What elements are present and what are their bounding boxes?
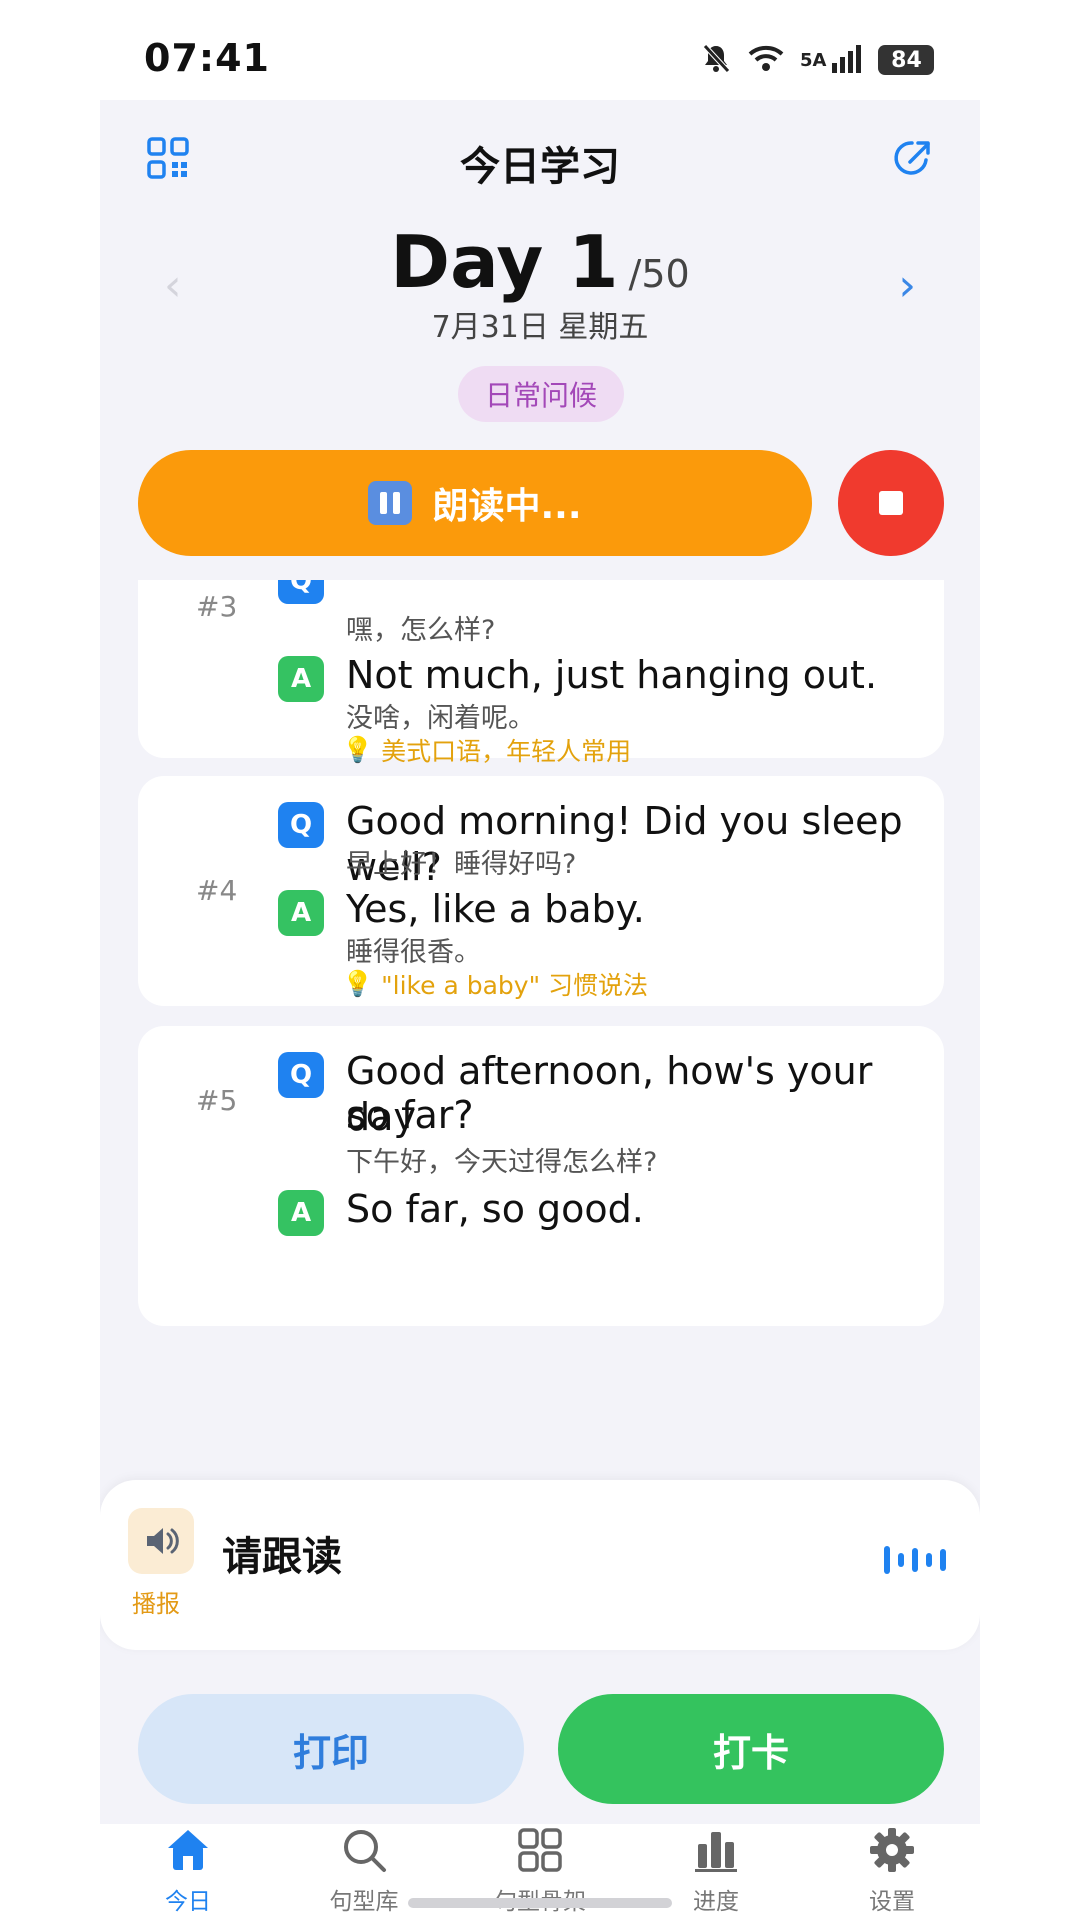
reading-toggle-button[interactable]: 朗读中... — [138, 450, 812, 556]
question-translation: 早上好！睡得好吗? — [346, 849, 577, 880]
answer-badge: A — [278, 1190, 324, 1236]
tab-label: 今日 — [165, 1889, 211, 1915]
list-item[interactable]: #4 Q Good morning! Did you sleep well? 早… — [138, 776, 944, 1006]
lightbulb-icon: 💡 — [342, 735, 374, 764]
bar-chart-icon — [695, 1832, 737, 1872]
day-label: Day 1 — [390, 220, 619, 304]
app-screen: 今日学习 ‹ Day 1 /50 › 7月31日 星期五 日常问候 朗读中...… — [100, 100, 980, 1920]
home-indicator[interactable] — [408, 1898, 672, 1908]
search-icon — [344, 1830, 386, 1872]
tab-label: 设置 — [869, 1889, 915, 1915]
sentence-list[interactable]: #3 Q 嘿，怎么样? A Not much, just hanging out… — [100, 580, 980, 1490]
audio-wave-icon — [884, 1546, 946, 1574]
mute-bell-icon — [700, 42, 732, 78]
page-title: 今日学习 — [460, 144, 620, 190]
broadcast-label: 播报 — [132, 1590, 180, 1618]
question-translation: 嘿，怎么样? — [346, 615, 496, 646]
day-total: /50 — [628, 252, 690, 296]
topic-tag: 日常问候 — [458, 366, 624, 422]
follow-read-prompt: 请跟读 — [222, 1534, 342, 1580]
question-translation: 下午好，今天过得怎么样? — [346, 1147, 658, 1178]
question-badge: Q — [278, 580, 324, 604]
checkin-button[interactable]: 打卡 — [558, 1694, 944, 1804]
tip: 💡 美式口语，年轻人常用 — [342, 732, 631, 768]
home-icon — [168, 1830, 208, 1870]
item-index: #5 — [196, 1084, 238, 1117]
gear-icon — [870, 1828, 914, 1872]
broadcast-button[interactable] — [128, 1508, 194, 1574]
speaker-icon — [147, 1528, 179, 1554]
status-time: 07:41 — [144, 36, 270, 80]
list-item[interactable]: #5 Q Good afternoon, how's your day so f… — [138, 1026, 944, 1326]
share-button[interactable] — [890, 136, 934, 180]
item-index: #3 — [196, 590, 238, 623]
status-bar: 07:41 5A 84 — [0, 0, 1080, 100]
tip-text: "like a baby" 习惯说法 — [381, 971, 649, 1000]
battery-indicator: 84 — [878, 45, 935, 75]
print-button[interactable]: 打印 — [138, 1694, 524, 1804]
question-badge: Q — [278, 1052, 324, 1098]
reading-status: 朗读中... — [432, 486, 582, 527]
answer-text[interactable]: Not much, just hanging out. — [346, 652, 877, 698]
tab-settings[interactable]: 设置 — [804, 1824, 980, 1920]
lightbulb-icon: 💡 — [342, 969, 374, 998]
answer-text[interactable]: Yes, like a baby. — [346, 886, 645, 932]
tab-label: 句型库 — [329, 1889, 399, 1915]
stop-button[interactable] — [838, 450, 944, 556]
answer-translation: 没啥，闲着呢。 — [346, 703, 535, 734]
wifi-icon — [746, 42, 786, 78]
question-text-line2[interactable]: so far? — [346, 1092, 474, 1138]
answer-text[interactable]: So far, so good. — [346, 1186, 644, 1232]
day-indicator: Day 1 /50 — [100, 220, 980, 304]
item-index: #4 — [196, 874, 238, 907]
date-label: 7月31日 星期五 — [431, 310, 649, 345]
tip: 💡 "like a baby" 习惯说法 — [342, 966, 648, 1002]
grid-icon — [518, 1828, 562, 1872]
answer-translation: 睡得很香。 — [346, 937, 481, 968]
tip-text: 美式口语，年轻人常用 — [381, 737, 632, 766]
follow-read-panel: 播报 请跟读 — [100, 1480, 980, 1650]
signal-icon — [830, 43, 864, 77]
answer-badge: A — [278, 656, 324, 702]
list-item[interactable]: #3 Q 嘿，怎么样? A Not much, just hanging out… — [138, 580, 944, 766]
pause-icon — [368, 481, 413, 525]
answer-badge: A — [278, 890, 324, 936]
status-icons: 5A 84 — [700, 42, 935, 78]
stop-icon — [879, 491, 903, 515]
tab-today[interactable]: 今日 — [100, 1824, 276, 1920]
question-badge: Q — [278, 802, 324, 848]
tab-label: 进度 — [693, 1889, 739, 1915]
share-icon — [894, 141, 930, 175]
network-type: 5A — [800, 49, 827, 71]
